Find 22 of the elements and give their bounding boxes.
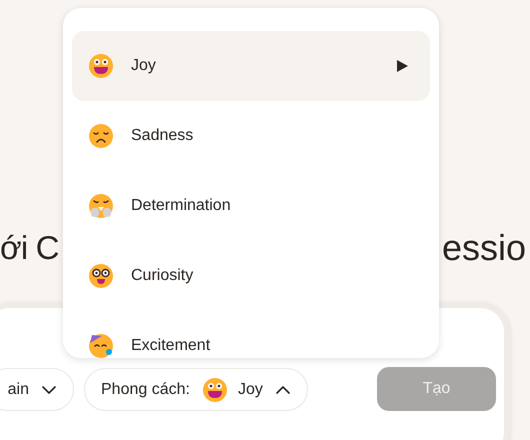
page-heading: ới C (0, 228, 59, 268)
style-dropdown[interactable]: Phong cách: Joy (84, 368, 308, 411)
option-dropdown[interactable]: ain (0, 368, 74, 411)
menu-item-label: Curiosity (131, 266, 194, 286)
chevron-down-icon (41, 384, 57, 394)
sad-face-icon (88, 123, 114, 149)
dropdown-value: Joy (238, 380, 263, 400)
grinning-face-icon (88, 53, 114, 79)
menu-item-label: Excitement (131, 336, 212, 356)
dropdown-label: Phong cách: (101, 380, 190, 400)
play-icon (396, 60, 408, 72)
covered-face-icon (88, 193, 114, 219)
menu-item-label: Determination (131, 196, 232, 216)
dropdown-label: ain (8, 380, 29, 400)
page-heading: essio (442, 226, 526, 270)
party-face-icon (88, 333, 114, 358)
glasses-face-icon (88, 263, 114, 289)
menu-item-label: Sadness (131, 126, 194, 146)
grinning-face-icon (202, 376, 228, 402)
chevron-up-icon (274, 384, 291, 394)
menu-item[interactable]: Joy (72, 31, 430, 101)
menu-item-label: Joy (131, 56, 157, 76)
